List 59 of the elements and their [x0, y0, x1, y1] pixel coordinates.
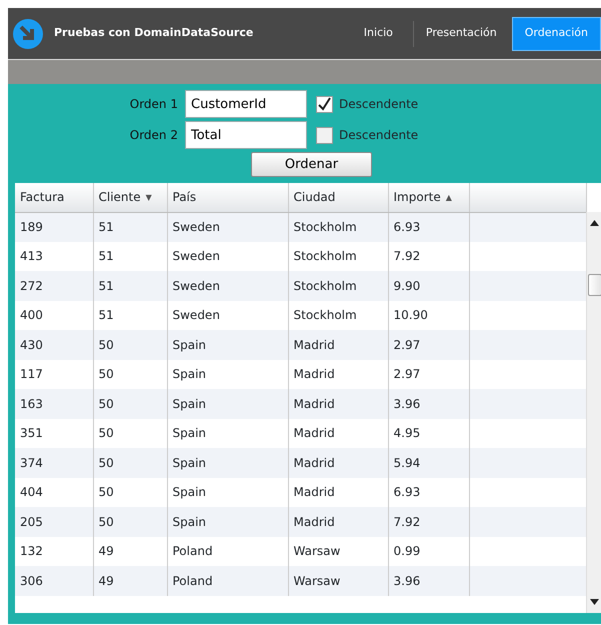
- column-header[interactable]: Cliente ▼: [93, 183, 167, 212]
- table-cell: Sweden: [167, 271, 288, 300]
- table-cell: Madrid: [288, 448, 388, 478]
- table-cell: 6.93: [388, 212, 469, 242]
- table-cell: Spain: [167, 330, 288, 360]
- table-cell: 3.96: [388, 566, 469, 596]
- table-cell: 205: [15, 507, 93, 536]
- table-cell: 306: [15, 566, 93, 596]
- app-title: Pruebas con DomainDataSource: [54, 25, 254, 42]
- table-cell: 49: [93, 566, 167, 596]
- input-field[interactable]: CustomerId: [185, 90, 307, 118]
- table-cell: 5.94: [388, 448, 469, 478]
- table-cell: 51: [93, 271, 167, 300]
- table-cell: Poland: [167, 566, 288, 596]
- table-cell: 430: [15, 330, 93, 360]
- table-cell: 189: [15, 212, 93, 242]
- table-cell: Madrid: [288, 389, 388, 418]
- column-header[interactable]: Factura: [15, 183, 93, 212]
- table-cell: Sweden: [167, 212, 288, 242]
- table-cell: Stockholm: [288, 271, 388, 300]
- scroll-up-icon[interactable]: [590, 220, 599, 226]
- table-cell: 50: [93, 389, 167, 418]
- nav-tab[interactable]: Inicio: [352, 16, 405, 50]
- scrollbar[interactable]: [586, 212, 601, 613]
- table-cell: 3.96: [388, 389, 469, 418]
- table-cell: Madrid: [288, 507, 388, 536]
- logo-icon: [12, 18, 44, 50]
- table-cell: Spain: [167, 389, 288, 418]
- sort-button[interactable]: Ordenar: [251, 152, 372, 177]
- table-cell: Stockholm: [288, 212, 388, 242]
- table-cell: 374: [15, 448, 93, 478]
- column-header[interactable]: Ciudad: [288, 183, 388, 212]
- table-cell: 272: [15, 271, 93, 300]
- checkbox[interactable]: [316, 96, 333, 112]
- sort-arrow-icon: ▲: [446, 192, 452, 202]
- table-cell: 7.92: [388, 507, 469, 536]
- table-cell: Warsaw: [288, 566, 388, 596]
- column-header[interactable]: Importe ▲: [388, 183, 469, 212]
- table-cell: 50: [93, 330, 167, 360]
- table-cell: 2.97: [388, 330, 469, 360]
- table-cell: 51: [93, 212, 167, 242]
- checkbox-label: Descendente: [339, 127, 418, 144]
- sort-arrow-icon: ▼: [146, 192, 152, 202]
- table-cell: Spain: [167, 507, 288, 536]
- scroll-down-icon[interactable]: [590, 599, 599, 605]
- table-cell: Madrid: [288, 330, 388, 360]
- checkbox[interactable]: [316, 126, 333, 144]
- field-label: Orden 1: [130, 97, 178, 111]
- input-field[interactable]: Total: [185, 121, 307, 149]
- field-label: Orden 2: [130, 128, 178, 142]
- checkbox-label: Descendente: [339, 96, 418, 113]
- column-header[interactable]: País: [167, 183, 288, 212]
- table-cell: 9.90: [388, 271, 469, 300]
- table-cell: 50: [93, 507, 167, 536]
- scroll-thumb[interactable]: [588, 274, 601, 296]
- nav-tab[interactable]: Presentación: [414, 16, 509, 50]
- table-cell: 163: [15, 389, 93, 418]
- table-cell: 50: [93, 448, 167, 478]
- table-cell: Spain: [167, 448, 288, 478]
